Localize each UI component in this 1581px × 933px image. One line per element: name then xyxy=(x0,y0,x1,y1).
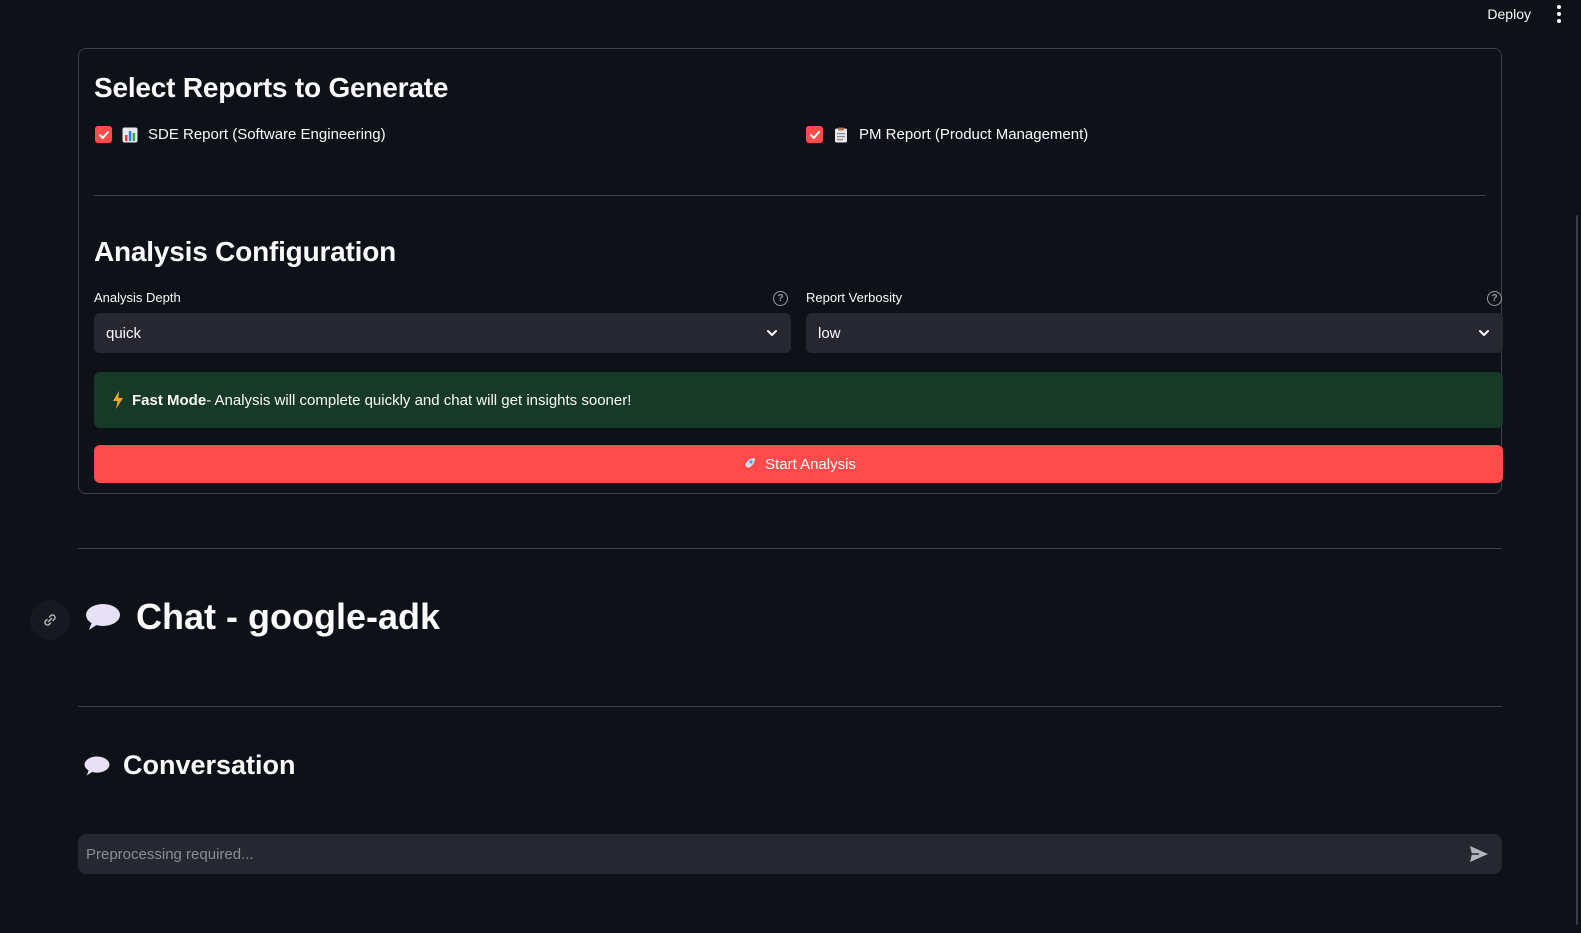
send-icon[interactable] xyxy=(1468,843,1490,865)
report-verbosity-value: low xyxy=(818,324,841,342)
help-icon[interactable]: ? xyxy=(1487,291,1502,306)
fast-mode-alert: Fast Mode - Analysis will complete quick… xyxy=(94,372,1503,428)
config-title: Analysis Configuration xyxy=(94,236,397,267)
chevron-down-icon xyxy=(767,330,777,336)
alert-text: - Analysis will complete quickly and cha… xyxy=(206,391,632,409)
speech-bubble-icon xyxy=(84,755,110,776)
reports-title: Select Reports to Generate xyxy=(94,72,449,103)
rocket-icon xyxy=(742,458,756,471)
anchor-link-button[interactable] xyxy=(30,600,70,640)
sde-report-checkbox-row[interactable]: SDE Report (Software Engineering) xyxy=(95,126,386,143)
alert-bold-text: Fast Mode xyxy=(132,391,207,409)
bar-chart-icon xyxy=(122,127,138,142)
link-icon xyxy=(44,614,56,626)
check-icon xyxy=(809,130,820,139)
clipboard-icon xyxy=(835,127,847,142)
chevron-down-icon xyxy=(1479,330,1489,336)
conversation-title-text: Conversation xyxy=(123,750,296,780)
analysis-depth-select[interactable]: quick xyxy=(94,313,791,353)
top-toolbar: Deploy xyxy=(1483,0,1581,28)
pm-report-checkbox[interactable] xyxy=(806,126,823,143)
sde-report-label: SDE Report (Software Engineering) xyxy=(148,126,386,143)
start-analysis-label: Start Analysis xyxy=(765,455,856,473)
report-verbosity-select[interactable]: low xyxy=(806,313,1503,353)
start-analysis-button[interactable]: Start Analysis xyxy=(94,445,1503,483)
report-verbosity-label: Report Verbosity xyxy=(806,290,903,305)
lightning-icon xyxy=(113,391,123,409)
pm-report-checkbox-row[interactable]: PM Report (Product Management) xyxy=(806,126,1088,143)
analysis-depth-label: Analysis Depth xyxy=(94,290,181,305)
pm-report-label: PM Report (Product Management) xyxy=(859,126,1089,143)
chat-title: Chat - google-adk xyxy=(84,596,440,638)
analysis-depth-value: quick xyxy=(106,324,142,342)
help-icon[interactable]: ? xyxy=(773,291,788,306)
speech-bubble-icon xyxy=(86,604,120,630)
deploy-button[interactable]: Deploy xyxy=(1483,4,1535,24)
scrollbar[interactable] xyxy=(1576,215,1578,925)
sde-report-checkbox[interactable] xyxy=(95,126,112,143)
chat-input[interactable] xyxy=(86,845,1468,863)
main-menu-icon[interactable] xyxy=(1553,3,1565,25)
check-icon xyxy=(98,130,109,139)
conversation-title: Conversation xyxy=(83,750,296,781)
section-divider xyxy=(78,548,1502,549)
chat-title-text: Chat - google-adk xyxy=(136,596,440,637)
section-divider xyxy=(78,706,1502,707)
section-divider xyxy=(94,195,1486,196)
chat-input-bar xyxy=(78,834,1502,874)
